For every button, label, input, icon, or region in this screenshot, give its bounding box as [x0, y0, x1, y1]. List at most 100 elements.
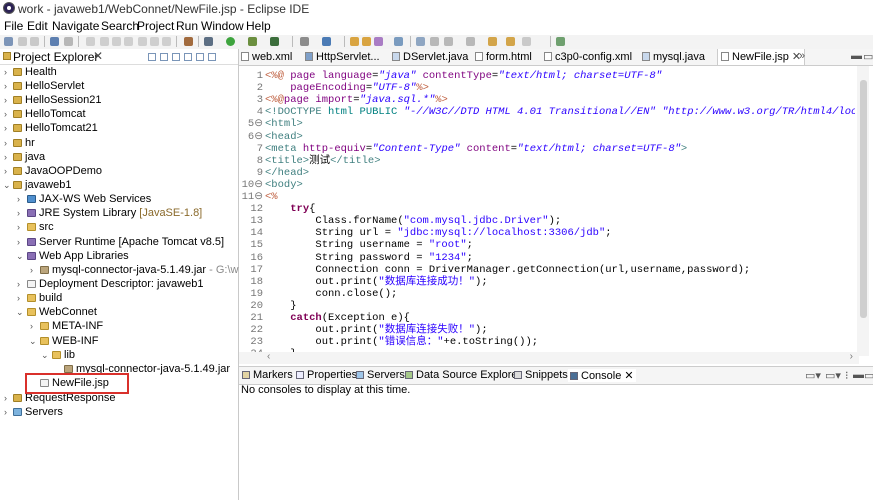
coverage-icon[interactable] [248, 37, 257, 46]
vertical-scrollbar[interactable] [857, 66, 869, 356]
skip-breakpoints-icon[interactable] [86, 37, 95, 46]
print-icon[interactable] [50, 37, 59, 46]
menu-edit[interactable]: Edit [27, 19, 48, 33]
maximize-icon[interactable] [208, 53, 216, 61]
annotation-icon[interactable] [394, 37, 403, 46]
scroll-left-icon[interactable]: ‹ [267, 351, 270, 362]
filter-icon[interactable] [172, 53, 180, 61]
minimize-icon[interactable]: ▬ [853, 369, 864, 381]
code-line[interactable]: <!DOCTYPE html PUBLIC "-//W3C//DTD HTML … [265, 106, 855, 118]
menu-file[interactable]: File [4, 19, 23, 33]
horizontal-scrollbar[interactable]: ‹ › [239, 351, 859, 364]
code-line[interactable]: <% [265, 191, 278, 203]
open-console-icon[interactable]: ▭▾ [825, 369, 841, 382]
close-icon[interactable]: ✕ [93, 49, 103, 63]
code-line[interactable]: <html> [265, 118, 303, 130]
suspend-icon[interactable] [112, 37, 121, 46]
code-line[interactable]: <body> [265, 179, 303, 191]
main-toolbar [0, 35, 873, 50]
tools-icon[interactable] [184, 37, 193, 46]
tab-properties[interactable]: Properties [296, 369, 357, 381]
code-line[interactable]: String username = "root"; [265, 239, 473, 251]
run-icon[interactable] [226, 37, 235, 46]
new-class-icon[interactable] [322, 37, 331, 46]
new-server-icon[interactable] [300, 37, 309, 46]
terminal-icon[interactable] [64, 37, 73, 46]
tab-c3p0-config[interactable]: c3p0-config.xml [544, 49, 632, 65]
minimize-icon[interactable] [196, 53, 204, 61]
last-edit-icon[interactable] [488, 37, 497, 46]
save-icon[interactable] [18, 37, 27, 46]
new-icon[interactable] [4, 37, 13, 46]
maximize-icon[interactable]: ▭ [863, 50, 873, 63]
code-line[interactable]: out.print("数据库连接成功！"); [265, 276, 487, 288]
save-all-icon[interactable] [30, 37, 39, 46]
menu-run[interactable]: Run [176, 19, 198, 33]
menu-project[interactable]: Project [137, 19, 174, 33]
code-line[interactable]: <title>测试</title> [265, 155, 381, 167]
toggle-mark-icon[interactable] [416, 37, 425, 46]
tab-servers[interactable]: Servers [356, 369, 405, 381]
link-editor-icon[interactable] [160, 53, 168, 61]
minimize-icon[interactable]: ▬ [851, 50, 862, 62]
debug-icon[interactable] [204, 37, 213, 46]
next-annotation-icon[interactable] [444, 37, 453, 46]
code-line[interactable]: out.print("数据库连接失败！"); [265, 324, 487, 336]
tab-markers[interactable]: Markers [242, 369, 293, 381]
menu-window[interactable]: Window [201, 19, 244, 33]
terminate-icon[interactable] [124, 37, 133, 46]
forward-icon[interactable] [522, 37, 531, 46]
tab-httpservlet[interactable]: HttpServlet... [305, 49, 380, 65]
menu-search[interactable]: Search [101, 19, 139, 33]
code-line[interactable]: <meta http-equiv="Content-Type" content=… [265, 143, 687, 155]
code-line[interactable]: catch(Exception e){ [265, 312, 410, 324]
open-folder-icon[interactable] [362, 37, 371, 46]
scrollbar-thumb[interactable] [860, 80, 867, 318]
collapse-all-icon[interactable] [148, 53, 156, 61]
view-menu-icon[interactable]: ⁝ [845, 369, 849, 382]
tab-console[interactable]: Console ✕ [568, 369, 636, 382]
code-line[interactable]: out.print("错误信息："+e.toString()); [265, 336, 538, 348]
open-perspective-icon[interactable] [556, 37, 565, 46]
view-menu-icon[interactable] [184, 53, 192, 61]
menu-navigate[interactable]: Navigate [52, 19, 99, 33]
tab-data-source-explorer[interactable]: Data Source Explorer [405, 369, 521, 381]
tab-form-html[interactable]: form.html [475, 49, 532, 65]
code-line[interactable]: } [265, 300, 296, 312]
code-line[interactable]: conn.close(); [265, 288, 397, 300]
search-tool-icon[interactable] [374, 37, 383, 46]
tab-snippets[interactable]: Snippets [514, 369, 568, 381]
properties-icon [296, 371, 304, 379]
close-icon[interactable]: ✕ [624, 370, 633, 382]
prev-annotation-icon[interactable] [466, 37, 475, 46]
code-text[interactable]: <%@ page language="java" contentType="te… [265, 66, 855, 356]
console-menu-icon[interactable]: ▭▾ [805, 369, 821, 382]
code-line[interactable]: <%@page import="java.sql.*"%> [265, 94, 448, 106]
maximize-icon[interactable]: ▭ [864, 369, 873, 382]
code-line[interactable]: String url = "jdbc:mysql://localhost:330… [265, 227, 611, 239]
open-type-icon[interactable] [350, 37, 359, 46]
tab-overflow-icon[interactable]: » [799, 50, 805, 62]
code-line[interactable]: <head> [265, 131, 303, 143]
resume-icon[interactable] [100, 37, 109, 46]
tab-dservlet-java[interactable]: DServlet.java [392, 49, 468, 65]
code-line[interactable]: String password = "1234"; [265, 252, 473, 264]
pin-icon[interactable] [430, 37, 439, 46]
step-return-icon[interactable] [162, 37, 171, 46]
step-over-icon[interactable] [150, 37, 159, 46]
project-explorer-title[interactable]: Project Explorer [13, 50, 98, 64]
scroll-right-icon[interactable]: › [850, 351, 853, 362]
tab-mysql-java[interactable]: mysql.java [642, 49, 705, 65]
code-line[interactable]: try{ [265, 203, 315, 215]
code-line[interactable]: Class.forName("com.mysql.jdbc.Driver"); [265, 215, 561, 227]
code-line[interactable]: pageEncoding="UTF-8"%> [265, 82, 429, 94]
tab-web-xml[interactable]: web.xml [241, 49, 292, 65]
external-tools-icon[interactable] [270, 37, 279, 46]
code-line[interactable]: </head> [265, 167, 309, 179]
menu-help[interactable]: Help [246, 19, 271, 33]
tab-newfile-jsp[interactable]: NewFile.jsp ✕ [717, 49, 806, 65]
code-line[interactable]: <%@ page language="java" contentType="te… [265, 70, 662, 82]
back-icon[interactable] [506, 37, 515, 46]
code-line[interactable]: Connection conn = DriverManager.getConne… [265, 264, 750, 276]
step-into-icon[interactable] [138, 37, 147, 46]
